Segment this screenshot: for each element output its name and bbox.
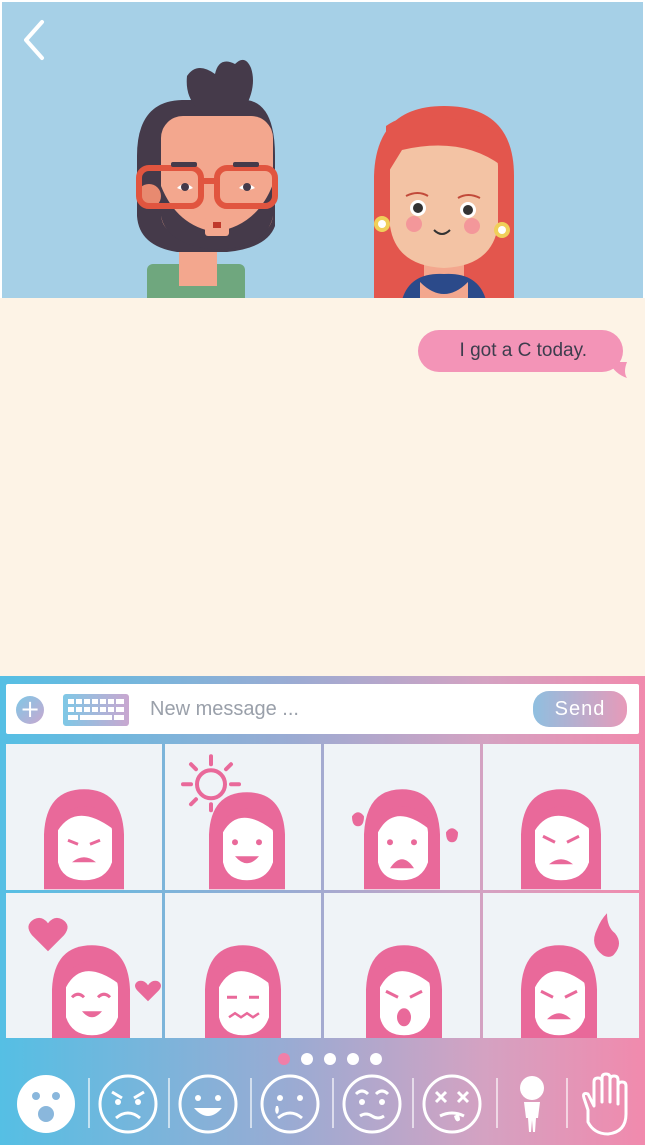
furious-sticker[interactable] bbox=[483, 892, 639, 1038]
angry-face-icon[interactable] bbox=[96, 1072, 160, 1136]
divider bbox=[412, 1078, 414, 1128]
happy-face-icon[interactable] bbox=[176, 1072, 240, 1136]
annoyed-sticker[interactable] bbox=[6, 744, 162, 890]
sad-face-icon[interactable] bbox=[258, 1072, 322, 1136]
chevron-left-icon[interactable] bbox=[16, 16, 52, 64]
message-input[interactable] bbox=[148, 690, 522, 728]
crying-sticker[interactable] bbox=[324, 744, 480, 890]
sticker-panel: + Send bbox=[0, 676, 645, 1145]
divider bbox=[496, 1078, 498, 1128]
page-dot[interactable] bbox=[347, 1053, 359, 1065]
surprised-face-icon[interactable] bbox=[14, 1072, 78, 1136]
man-with-glasses-avatar bbox=[136, 59, 278, 298]
message-composer: + Send bbox=[6, 684, 639, 734]
sunny-sticker[interactable] bbox=[165, 744, 321, 890]
page-dot[interactable] bbox=[324, 1053, 336, 1065]
shocked-sticker-art bbox=[366, 944, 442, 1038]
category-bar bbox=[0, 1070, 645, 1145]
page-dot[interactable] bbox=[370, 1053, 382, 1065]
sunny-sticker-art bbox=[181, 754, 285, 890]
header-scene bbox=[2, 2, 643, 298]
page-dot[interactable] bbox=[301, 1053, 313, 1065]
divider bbox=[250, 1078, 252, 1128]
shocked-sticker[interactable] bbox=[324, 892, 480, 1038]
worried-sticker[interactable] bbox=[165, 892, 321, 1038]
add-attachment-button[interactable]: + bbox=[16, 696, 44, 724]
chat-area: I got a C today. bbox=[0, 298, 645, 676]
love-sticker[interactable] bbox=[6, 892, 162, 1038]
page-dot[interactable] bbox=[278, 1053, 290, 1065]
divider bbox=[566, 1078, 568, 1128]
bubble-tail bbox=[609, 362, 627, 378]
person-icon[interactable] bbox=[500, 1072, 564, 1136]
dizzy-face-icon[interactable] bbox=[420, 1072, 484, 1136]
hand-icon[interactable] bbox=[570, 1072, 634, 1136]
love-sticker-art bbox=[28, 917, 161, 1038]
keyboard-icon[interactable] bbox=[63, 694, 129, 726]
page-indicator bbox=[278, 1053, 382, 1065]
divider bbox=[168, 1078, 170, 1128]
worried-sticker-art bbox=[205, 944, 281, 1038]
angry-sticker[interactable] bbox=[483, 744, 639, 890]
chat-screen: I got a C today. + Send bbox=[0, 0, 645, 1145]
annoyed-sticker-art bbox=[44, 789, 124, 890]
divider bbox=[88, 1078, 90, 1128]
confused-face-icon[interactable] bbox=[340, 1072, 404, 1136]
sticker-grid bbox=[6, 744, 639, 1038]
message-text: I got a C today. bbox=[459, 340, 587, 361]
crying-sticker-art bbox=[352, 789, 458, 890]
furious-sticker-art bbox=[521, 912, 619, 1038]
message-bubble[interactable]: I got a C today. bbox=[417, 330, 627, 378]
divider bbox=[332, 1078, 334, 1128]
send-button[interactable]: Send bbox=[533, 691, 627, 727]
red-haired-woman-avatar bbox=[374, 106, 514, 298]
angry-sticker-art bbox=[521, 789, 601, 890]
